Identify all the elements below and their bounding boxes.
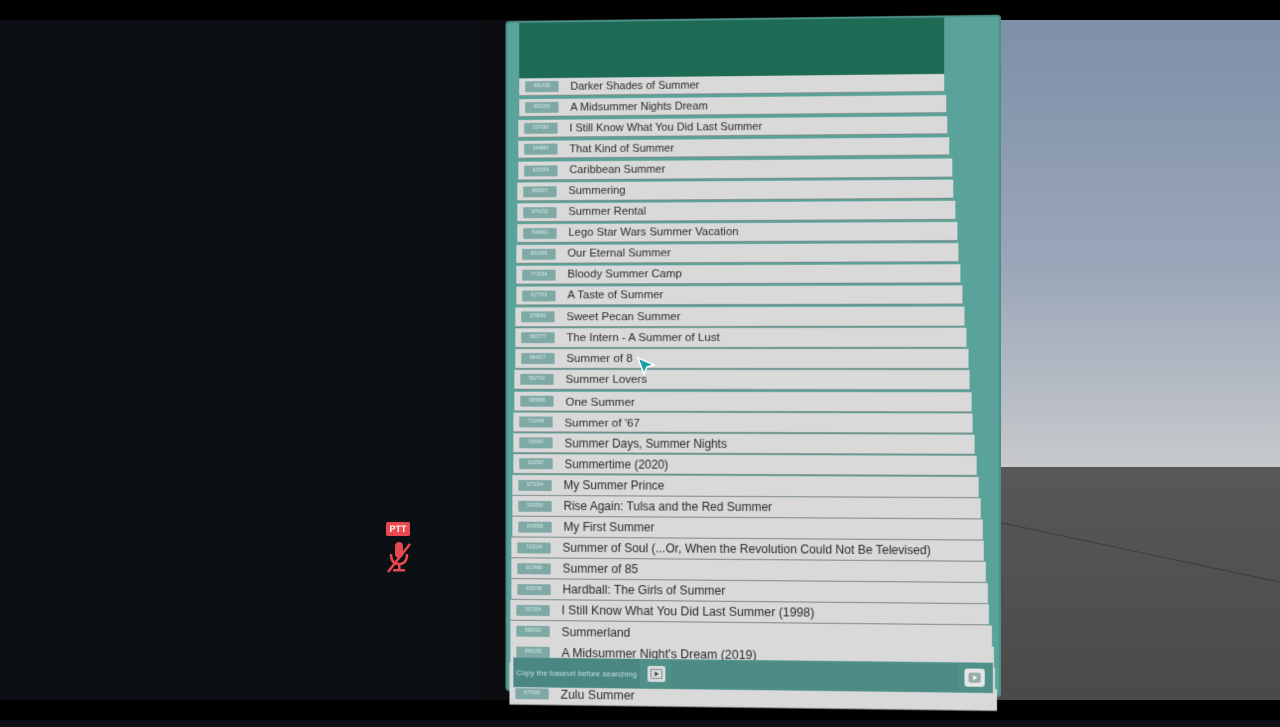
result-row[interactable]: 712408 Summer of '67: [513, 412, 973, 434]
result-row[interactable]: 578843 Sweet Pecan Summer: [515, 306, 965, 328]
result-title: Summer of 8: [566, 352, 633, 365]
result-id-badge: 869507: [523, 185, 557, 197]
result-id-badge: 408796: [517, 583, 551, 595]
result-title: Rise Again: Tulsa and the Red Summer: [563, 499, 773, 515]
result-title: That Kind of Summer: [569, 142, 674, 155]
result-row[interactable]: 617763 A Taste of Summer: [516, 285, 963, 306]
result-title: Zulu Summer: [560, 687, 635, 703]
result-id-badge: 879153: [523, 206, 557, 218]
result-row[interactable]: 772034 Bloody Summer Camp: [516, 264, 961, 285]
result-row[interactable]: 527082 I Still Know What You Did Last Sum…: [518, 116, 948, 138]
search-input[interactable]: [671, 661, 959, 691]
result-id-badge: 562741: [520, 373, 554, 385]
result-row[interactable]: 546861 Lego Star Wars Summer Vacation: [517, 221, 958, 244]
baseurl-hint: Copy the baseurl before searching: [513, 658, 640, 688]
result-id-badge: 866777: [521, 332, 555, 344]
result-row[interactable]: 865266 A Midsummer Nights Dream: [519, 95, 947, 118]
video-button[interactable]: [647, 665, 666, 683]
result-id-badge: 585888: [520, 395, 554, 407]
video-icon: [650, 669, 662, 679]
result-title: A Midsummer Nights Dream: [570, 99, 708, 114]
result-title: One Summer: [565, 394, 635, 409]
result-id-badge: 917489: [517, 562, 551, 574]
result-id-badge: 617763: [522, 290, 556, 301]
result-title: A Taste of Summer: [567, 289, 664, 302]
result-id-badge: 610557: [519, 458, 553, 470]
result-title: Summertime (2020): [564, 456, 669, 472]
result-id-badge: 884677: [521, 353, 555, 364]
result-id-badge: 673204: [518, 479, 552, 491]
result-row[interactable]: 879153 Summer Rental: [517, 200, 956, 223]
result-title: Summer of '67: [564, 415, 640, 430]
result-id-badge: 865136: [516, 646, 550, 658]
result-title: Sweet Pecan Summer: [566, 310, 681, 324]
result-id-badge: 825354: [524, 164, 558, 177]
result-title: Caribbean Summer: [569, 163, 666, 177]
result-title: The Intern - A Summer of Lust: [566, 331, 720, 345]
result-title: My First Summer: [563, 519, 655, 535]
result-title: I Still Know What You Did Last Summer (1…: [561, 603, 815, 620]
result-title: Our Eternal Summer: [567, 247, 671, 260]
result-title: Bloody Summer Camp: [567, 268, 682, 281]
result-row[interactable]: 529556 Rise Again: Tulsa and the Red Summ…: [512, 495, 981, 520]
play-icon: [968, 672, 981, 683]
result-row[interactable]: 881436 Darker Shades of Summer: [519, 73, 945, 97]
result-row[interactable]: 866777 The Intern - A Summer of Lust: [515, 327, 967, 349]
result-title: Summer Lovers: [565, 372, 648, 386]
result-title: Summer of 85: [562, 561, 639, 577]
result-title: I Still Know What You Did Last Summer: [569, 120, 763, 135]
search-footer: Copy the baseurl before searching: [513, 657, 993, 694]
result-row[interactable]: 822439 Our Eternal Summer: [516, 243, 959, 264]
result-id-badge: 772034: [522, 269, 556, 281]
result-row[interactable]: 610557 Summertime (2020): [513, 454, 977, 476]
result-id-badge: 881436: [525, 80, 559, 93]
play-button[interactable]: [964, 668, 985, 687]
result-row[interactable]: 562741 Summer Lovers: [514, 369, 970, 391]
result-id-badge: 822439: [522, 248, 556, 260]
result-title: Summer Rental: [568, 205, 646, 218]
result-row[interactable]: 884677 Summer of 8: [515, 348, 969, 370]
result-title: Summering: [568, 184, 626, 198]
result-row[interactable]: 705467 Summer Days, Summer Nights: [513, 433, 975, 455]
result-title: Lego Star Wars Summer Vacation: [568, 226, 739, 239]
result-id-badge: 705467: [519, 437, 553, 449]
result-title: Summer Days, Summer Nights: [564, 435, 727, 451]
result-row[interactable]: 585888 One Summer: [514, 391, 972, 413]
result-row[interactable]: 825354 Caribbean Summer: [518, 158, 953, 181]
result-id-badge: 733034: [517, 541, 551, 554]
result-row[interactable]: 544867 That Kind of Summer: [518, 137, 950, 159]
result-id-badge: 544867: [524, 143, 558, 155]
result-id-badge: 843855: [518, 521, 552, 533]
result-id-badge: 537204: [516, 604, 550, 616]
result-id-badge: 677630: [515, 688, 549, 700]
results-panel: 881436 Darker Shades of Summer 865266 A Mid…: [507, 16, 1000, 712]
result-id-badge: 527082: [524, 122, 558, 134]
result-row[interactable]: 673204 My Summer Prince: [512, 474, 979, 499]
result-id-badge: 712408: [519, 416, 553, 428]
result-id-badge: 596932: [516, 625, 550, 637]
result-title: Summer of Soul (...Or, When the Revoluti…: [562, 540, 931, 558]
result-title: Hardball: The Girls of Summer: [562, 582, 726, 598]
result-title: Darker Shades of Summer: [570, 78, 700, 93]
result-id-badge: 865266: [525, 101, 559, 114]
result-title: My Summer Prince: [563, 478, 665, 493]
result-id-badge: 578843: [521, 311, 555, 323]
result-title: Summerland: [561, 624, 631, 640]
cursor-icon: [636, 356, 658, 378]
result-id-badge: 529556: [518, 500, 552, 512]
result-id-badge: 546861: [523, 227, 557, 239]
result-row[interactable]: 869507 Summering: [517, 179, 954, 202]
